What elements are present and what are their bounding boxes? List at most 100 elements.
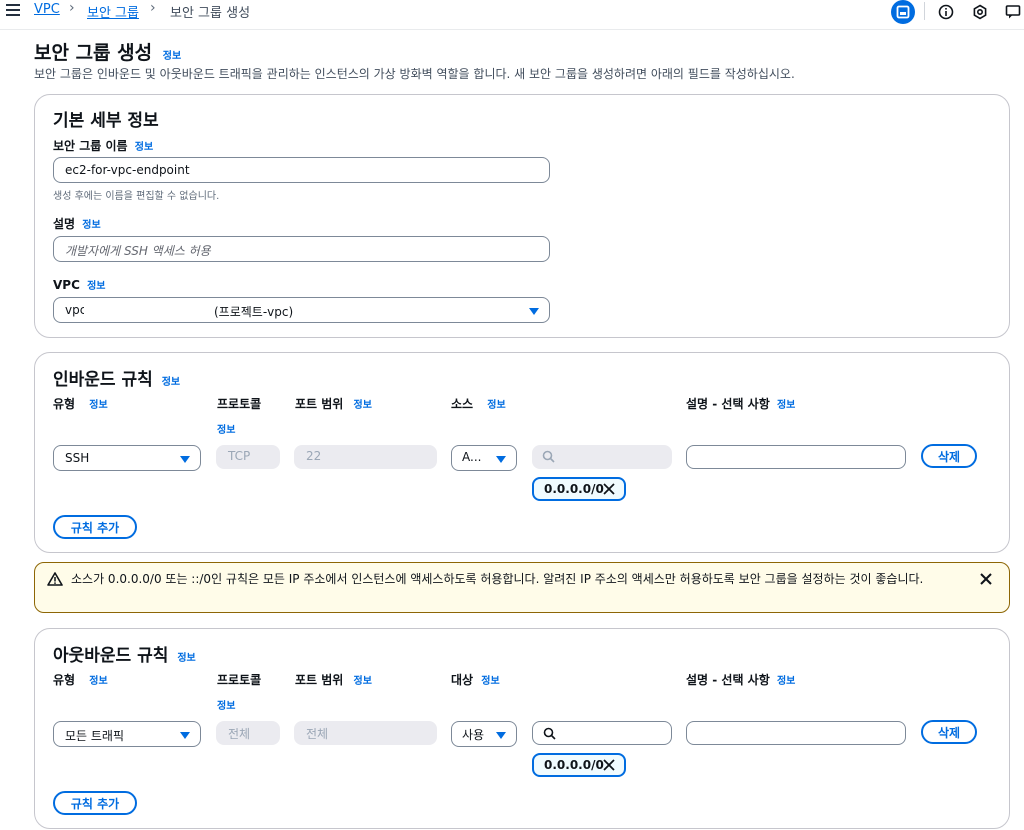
feedback-icon[interactable] (1001, 0, 1024, 24)
col-description: 설명 - 선택 사항 정보 (686, 395, 795, 412)
token-text: 0.0.0.0/0 (544, 758, 604, 772)
split-panel-icon[interactable] (891, 0, 915, 24)
info-link[interactable]: 정보 (217, 697, 235, 712)
inbound-description-input[interactable] (686, 445, 906, 469)
settings-hex-icon[interactable] (968, 0, 992, 24)
col-text: 설명 - 선택 사항 (686, 673, 770, 687)
outbound-add-rule-button[interactable]: 규칙 추가 (53, 791, 137, 815)
col-text: 소스 (451, 397, 474, 411)
inbound-rules-panel: 인바운드 규칙 정보 유형 정보 프로토콜 정보 포트 범위 정보 소스 정보 … (34, 352, 1010, 553)
panel-title: 기본 세부 정보 (53, 111, 159, 131)
vpc-value-suffix: (프로젝트-vpc) (214, 305, 294, 319)
search-icon (543, 727, 556, 740)
col-type: 유형 정보 (53, 395, 108, 412)
panel-title-text: 인바운드 규칙 (53, 370, 153, 390)
info-link[interactable]: 정보 (354, 400, 372, 411)
col-protocol: 프로토콜 (217, 397, 262, 411)
select-value: A... (462, 450, 482, 464)
token-text: 0.0.0.0/0 (544, 482, 604, 496)
redacted-area (84, 298, 212, 322)
col-text: 유형 (53, 397, 76, 411)
col-text: 포트 범위 (295, 673, 344, 687)
panel-title: 인바운드 규칙 정보 (53, 365, 180, 390)
info-icon[interactable] (934, 0, 958, 24)
caret-down-icon (180, 732, 190, 739)
chevron-right-icon: › (69, 0, 75, 16)
info-link[interactable]: 정보 (354, 676, 372, 687)
inbound-cidr-search (532, 445, 672, 469)
description-input[interactable]: 개발자에게 SSH 액세스 허용 (53, 236, 550, 262)
outbound-delete-button[interactable]: 삭제 (921, 720, 977, 744)
col-text: 유형 (53, 673, 76, 687)
sg-name-hint: 생성 후에는 이름을 편집할 수 없습니다. (53, 191, 220, 202)
caret-down-icon (529, 308, 539, 315)
warning-icon (47, 572, 63, 586)
col-text: 설명 - 선택 사항 (686, 397, 770, 411)
info-link[interactable]: 정보 (487, 400, 505, 411)
breadcrumb-vpc[interactable]: VPC (34, 2, 60, 17)
close-icon[interactable] (979, 572, 993, 586)
col-source: 소스 정보 (451, 395, 506, 412)
info-link[interactable]: 정보 (89, 676, 107, 687)
inbound-source-select[interactable]: A... (451, 445, 517, 471)
outbound-destination-select[interactable]: 사용 (451, 721, 517, 747)
col-destination: 대상 정보 (451, 671, 500, 688)
label-text: 보안 그룹 이름 (53, 139, 128, 153)
label-text: VPC (53, 278, 80, 292)
inbound-protocol-field: TCP (216, 445, 280, 469)
outbound-type-select[interactable]: 모든 트래픽 (53, 721, 201, 747)
description-label: 설명 정보 (53, 215, 101, 232)
info-link[interactable]: 정보 (481, 676, 499, 687)
info-link[interactable]: 정보 (87, 281, 105, 292)
caret-down-icon (180, 456, 190, 463)
vpc-label: VPC 정보 (53, 277, 105, 292)
panel-title-text: 아웃바운드 규칙 (53, 646, 169, 666)
col-port: 포트 범위 정보 (295, 395, 372, 412)
outbound-port-field: 전체 (294, 721, 437, 745)
outbound-cidr-token: 0.0.0.0/0 (532, 753, 626, 777)
menu-icon[interactable] (6, 4, 20, 18)
label-text: 설명 (53, 217, 76, 231)
outbound-rules-panel: 아웃바운드 규칙 정보 유형 정보 프로토콜 정보 포트 범위 정보 대상 정보… (34, 628, 1010, 829)
panel-title: 아웃바운드 규칙 정보 (53, 641, 196, 666)
caret-down-icon (496, 456, 506, 463)
warning-alert: 소스가 0.0.0.0/0 또는 ::/0인 규칙은 모든 IP 주소에서 인스… (34, 562, 1010, 613)
page-title: 보안 그룹 생성 정보 (34, 38, 181, 65)
info-link[interactable]: 정보 (777, 676, 795, 687)
page-description: 보안 그룹은 인바운드 및 아웃바운드 트래픽을 관리하는 인스턴스의 가상 방… (34, 67, 795, 81)
select-value: 사용 (462, 728, 485, 742)
caret-down-icon (496, 732, 506, 739)
info-link[interactable]: 정보 (162, 377, 180, 388)
alert-message: 소스가 0.0.0.0/0 또는 ::/0인 규칙은 모든 IP 주소에서 인스… (71, 572, 924, 586)
close-icon (603, 759, 615, 771)
info-link[interactable]: 정보 (217, 421, 235, 436)
sg-name-label: 보안 그룹 이름 정보 (53, 137, 153, 154)
close-icon (603, 483, 615, 495)
outbound-description-input[interactable] (686, 721, 906, 745)
inbound-cidr-token: 0.0.0.0/0 (532, 477, 626, 501)
inbound-type-select[interactable]: SSH (53, 445, 201, 471)
info-link[interactable]: 정보 (135, 142, 153, 153)
info-link[interactable]: 정보 (163, 51, 181, 62)
info-link[interactable]: 정보 (777, 400, 795, 411)
info-link[interactable]: 정보 (82, 220, 100, 231)
info-link[interactable]: 정보 (177, 653, 195, 664)
col-type: 유형 정보 (53, 671, 108, 688)
search-icon (542, 450, 555, 463)
divider (924, 2, 925, 20)
select-value: SSH (65, 451, 90, 465)
inbound-port-field: 22 (294, 445, 437, 469)
col-description: 설명 - 선택 사항 정보 (686, 671, 795, 688)
outbound-cidr-search[interactable] (532, 721, 672, 745)
info-link[interactable]: 정보 (89, 400, 107, 411)
page-title-text: 보안 그룹 생성 (34, 42, 153, 64)
sg-name-input[interactable]: ec2-for-vpc-endpoint (53, 157, 550, 183)
top-nav-bar: VPC › 보안 그룹 › 보안 그룹 생성 (0, 0, 1024, 30)
chevron-right-icon: › (150, 0, 156, 16)
breadcrumb-security-groups[interactable]: 보안 그룹 (87, 2, 139, 21)
col-text: 대상 (451, 673, 474, 687)
inbound-add-rule-button[interactable]: 규칙 추가 (53, 515, 137, 539)
inbound-delete-button[interactable]: 삭제 (921, 444, 977, 468)
breadcrumb-current: 보안 그룹 생성 (170, 6, 251, 21)
outbound-protocol-field: 전체 (216, 721, 280, 745)
